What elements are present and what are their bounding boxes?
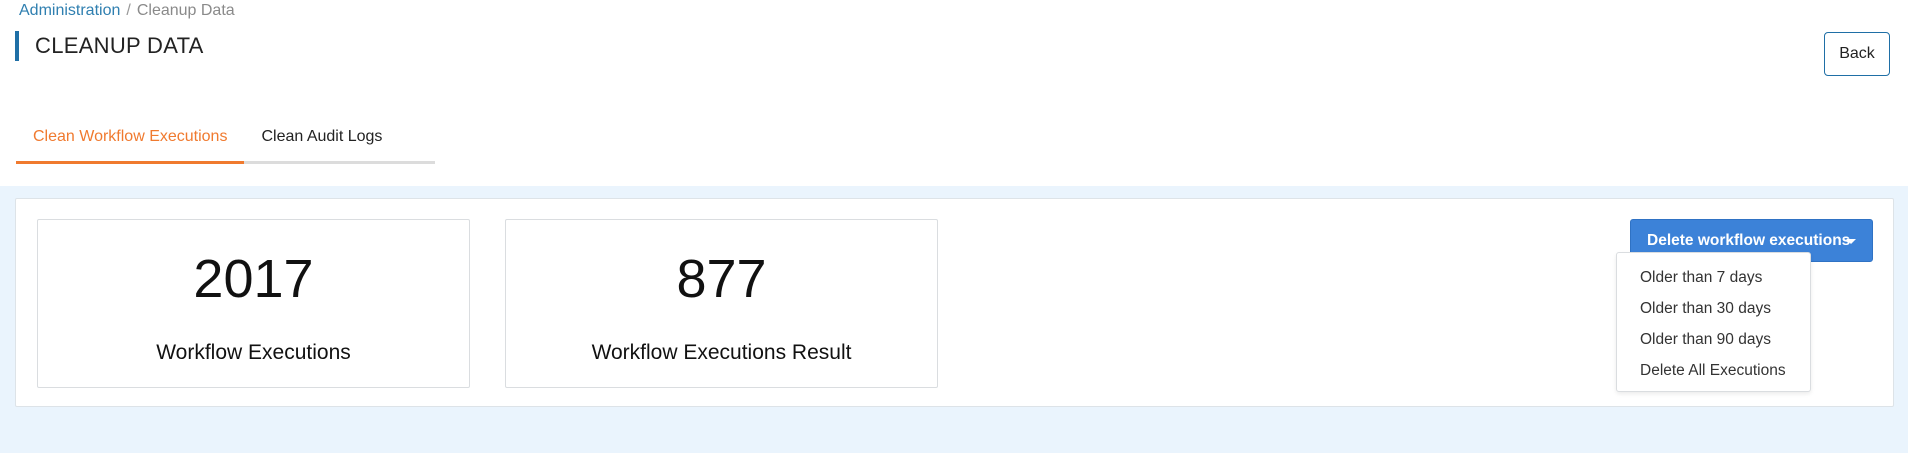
breadcrumb-current: Cleanup Data — [136, 2, 235, 19]
workflow-executions-result-label: Workflow Executions Result — [591, 341, 852, 364]
menu-item-older-than-90-days[interactable]: Older than 90 days — [1617, 324, 1810, 355]
tab-clean-audit-logs[interactable]: Clean Audit Logs — [244, 118, 399, 164]
menu-item-older-than-30-days[interactable]: Older than 30 days — [1617, 293, 1810, 324]
breadcrumb: Administration / Cleanup Data — [19, 1, 235, 21]
breadcrumb-administration-link[interactable]: Administration — [19, 2, 120, 19]
workflow-executions-count: 2017 — [193, 249, 314, 309]
content-area: 2017 Workflow Executions 877 Workflow Ex… — [0, 186, 1908, 453]
workflow-executions-result-card: 877 Workflow Executions Result — [505, 219, 938, 388]
breadcrumb-separator: / — [126, 2, 131, 19]
menu-item-older-than-7-days[interactable]: Older than 7 days — [1617, 262, 1810, 293]
workflow-executions-card: 2017 Workflow Executions — [37, 219, 470, 388]
menu-item-delete-all-executions[interactable]: Delete All Executions — [1617, 355, 1810, 386]
page-title: CLEANUP DATA — [15, 31, 204, 61]
delete-options-menu: Older than 7 days Older than 30 days Old… — [1616, 252, 1811, 392]
cleanup-panel: 2017 Workflow Executions 877 Workflow Ex… — [15, 198, 1894, 407]
workflow-executions-label: Workflow Executions — [156, 341, 351, 364]
page-header: Administration / Cleanup Data CLEANUP DATA… — [0, 0, 1908, 186]
delete-workflow-executions-label: Delete workflow executions — [1647, 231, 1851, 249]
tab-bar: Clean Workflow Executions Clean Audit Lo… — [16, 118, 435, 164]
workflow-executions-result-count: 877 — [676, 249, 767, 309]
caret-down-icon — [1846, 239, 1856, 244]
tab-clean-workflow-executions[interactable]: Clean Workflow Executions — [16, 118, 245, 164]
back-button[interactable]: Back — [1824, 32, 1890, 76]
